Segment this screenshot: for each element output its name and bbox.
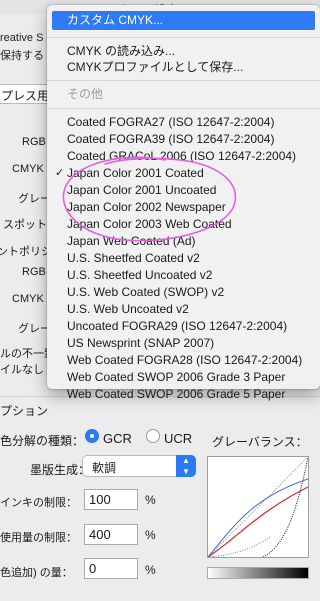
separation-type-label: 色分解の種類： bbox=[0, 434, 85, 448]
menu-divider bbox=[47, 108, 320, 109]
menu-item-custom-cmyk[interactable]: カスタム CMYK... bbox=[52, 11, 315, 30]
black-curve bbox=[262, 456, 309, 558]
policy-rgb-label: RGB bbox=[22, 266, 46, 278]
diagonal-guide bbox=[207, 456, 309, 558]
menu-item-save-cmyk[interactable]: CMYKプロファイルとして保存... bbox=[47, 58, 320, 77]
red-curve bbox=[207, 486, 309, 558]
black-generation-value: 軟調 bbox=[92, 461, 117, 475]
total-ink-field[interactable]: 400 bbox=[84, 524, 138, 545]
gcr-label[interactable]: GCR bbox=[103, 431, 132, 446]
black-generation-label: 墨版生成： bbox=[30, 463, 91, 477]
ucr-amount-label: 色追加) の量： bbox=[0, 567, 73, 579]
highlight-annotation bbox=[62, 156, 237, 242]
preset-select[interactable]: プレス用 - bbox=[0, 84, 56, 104]
ucr-label[interactable]: UCR bbox=[164, 431, 192, 446]
gcr-radio[interactable] bbox=[85, 429, 99, 443]
menu-heading-other: その他 bbox=[67, 87, 104, 101]
ucr-amount-field[interactable]: 0 bbox=[84, 558, 138, 579]
gray-balance-label: グレーバランス： bbox=[212, 435, 308, 449]
yellow-curve bbox=[207, 536, 271, 558]
menu-divider bbox=[47, 37, 320, 38]
workspace-rgb-label: RGB bbox=[22, 136, 46, 148]
missing-profile-label: イルなし bbox=[0, 364, 44, 376]
gray-balance-graph bbox=[207, 456, 309, 558]
ink-limit-field[interactable]: 100 bbox=[84, 489, 138, 510]
ink-limit-unit: % bbox=[145, 493, 156, 507]
total-ink-label: 使用量の制限： bbox=[0, 532, 77, 544]
ink-limit-label: インキの制限： bbox=[0, 497, 77, 509]
menu-item-profile[interactable]: Web Coated SWOP 2006 Grade 5 Paper bbox=[47, 385, 320, 404]
workspace-spot-label: スポット bbox=[3, 219, 47, 231]
workspace-cmyk-label: CMYK bbox=[12, 163, 44, 175]
total-ink-unit: % bbox=[145, 528, 156, 542]
menu-divider bbox=[47, 80, 320, 81]
gray-gradient-bar bbox=[207, 567, 309, 579]
background-text-2: 保持する bbox=[0, 50, 44, 62]
options-heading: プション bbox=[0, 404, 49, 418]
background-text-1: reative S bbox=[0, 32, 44, 44]
color-policy-label: ントポリシ bbox=[0, 246, 52, 258]
ucr-amount-unit: % bbox=[145, 563, 156, 577]
ucr-radio[interactable] bbox=[146, 429, 160, 443]
policy-cmyk-label: CMYK bbox=[12, 293, 44, 305]
chevron-up-down-icon[interactable]: ▲ ▼ bbox=[176, 455, 196, 477]
